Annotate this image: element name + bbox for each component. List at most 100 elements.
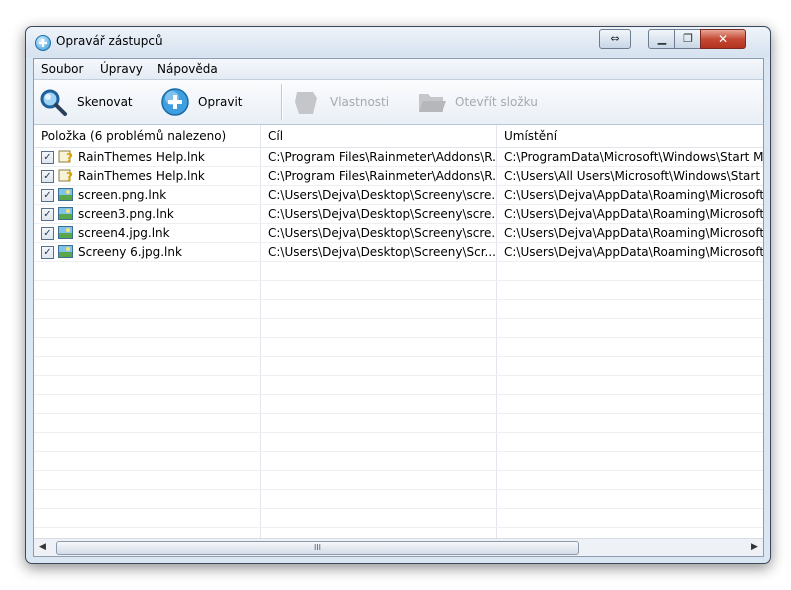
resize-button[interactable]: ⇔ [599, 29, 631, 49]
question-icon: ? [58, 150, 73, 163]
fix-label: Opravit [198, 95, 243, 109]
location-cell: C:\Users\Dejva\AppData\Roaming\Microsoft… [504, 188, 763, 202]
empty-row [34, 338, 763, 357]
item-cell: ✓ screen3.png.lnk [34, 205, 261, 223]
location-cell: C:\Users\Dejva\AppData\Roaming\Microsoft… [504, 245, 763, 259]
image-icon [58, 188, 73, 201]
empty-row [34, 262, 763, 281]
location-cell: C:\ProgramData\Microsoft\Windows\Start M… [504, 150, 763, 164]
empty-row [34, 509, 763, 528]
list-header: Položka (6 problémů nalezeno) Cíl Umístě… [34, 125, 763, 148]
question-icon: ? [58, 169, 73, 182]
row-checkbox[interactable]: ✓ [41, 170, 54, 183]
fix-button[interactable]: Opravit [160, 86, 245, 118]
scroll-right-icon[interactable]: ▶ [746, 539, 763, 556]
empty-row [34, 376, 763, 395]
table-row[interactable]: ✓ screen4.jpg.lnk C:\Users\Dejva\Desktop\S… [34, 224, 763, 243]
image-icon [58, 207, 73, 220]
svg-text:?: ? [66, 151, 73, 163]
row-checkbox[interactable]: ✓ [41, 227, 54, 240]
table-row[interactable]: ✓ screen3.png.lnk C:\Users\Dejva\Desktop\S… [34, 205, 763, 224]
open-folder-button[interactable]: Otevřít složku [417, 86, 542, 118]
menu-bar: Soubor Úpravy Nápověda [34, 59, 763, 80]
location-cell: C:\Users\Dejva\AppData\Roaming\Microsoft… [504, 207, 763, 221]
magnifier-icon [40, 89, 67, 116]
location-cell: C:\Users\Dejva\AppData\Roaming\Microsoft… [504, 226, 763, 240]
row-checkbox[interactable]: ✓ [41, 246, 54, 259]
item-cell: ✓ screen.png.lnk [34, 186, 261, 204]
target-cell: C:\Users\Dejva\Desktop\Screeny\scre... [261, 205, 497, 223]
empty-row [34, 433, 763, 452]
item-name: screen.png.lnk [78, 188, 167, 202]
plus-circle-icon [161, 88, 189, 116]
problem-list: Položka (6 problémů nalezeno) Cíl Umístě… [34, 125, 763, 539]
row-checkbox[interactable]: ✓ [41, 189, 54, 202]
window-title: Opravář zástupců [56, 34, 163, 48]
app-icon [35, 35, 51, 51]
table-row[interactable]: ✓? RainThemes Help.lnk C:\Program Files\Ra… [34, 148, 763, 167]
scroll-thumb[interactable]: III [56, 541, 579, 555]
image-icon [58, 226, 73, 239]
item-cell: ✓ Screeny 6.jpg.lnk [34, 243, 261, 261]
item-name: Screeny 6.jpg.lnk [78, 245, 182, 259]
item-name: RainThemes Help.lnk [78, 150, 205, 164]
row-checkbox[interactable]: ✓ [41, 151, 54, 164]
table-row[interactable]: ✓? RainThemes Help.lnk C:\Program Files\Ra… [34, 167, 763, 186]
minimize-icon: ▁ [657, 32, 667, 45]
target-cell: C:\Users\Dejva\Desktop\Screeny\Scr... [261, 243, 497, 261]
menu-soubor[interactable]: Soubor [41, 62, 83, 76]
empty-row [34, 414, 763, 433]
scroll-grip: III [313, 543, 322, 552]
toolbar-separator [281, 84, 283, 120]
restore-icon: ❐ [683, 32, 693, 45]
column-header-item[interactable]: Položka (6 problémů nalezeno) [34, 125, 261, 147]
title-bar: Opravář zástupců ⇔ ▁ ❐ ✕ [26, 27, 770, 57]
app-window: Opravář zástupců ⇔ ▁ ❐ ✕ Soubor Úpravy N… [25, 26, 771, 564]
table-row[interactable]: ✓ Screeny 6.jpg.lnk C:\Users\Dejva\Desktop… [34, 243, 763, 262]
properties-label: Vlastnosti [330, 95, 390, 109]
target-cell: C:\Users\Dejva\Desktop\Screeny\scre... [261, 186, 497, 204]
empty-row [34, 357, 763, 376]
item-cell: ✓? RainThemes Help.lnk [34, 148, 261, 166]
scroll-left-icon[interactable]: ◀ [34, 539, 51, 556]
list-rows: ✓? RainThemes Help.lnk C:\Program Files\Ra… [34, 148, 763, 539]
properties-button[interactable]: Vlastnosti [291, 86, 391, 118]
item-name: RainThemes Help.lnk [78, 169, 205, 183]
horizontal-scrollbar[interactable]: ◀ III ▶ [34, 538, 763, 556]
svg-text:?: ? [66, 170, 73, 182]
empty-row [34, 452, 763, 471]
column-header-target[interactable]: Cíl [261, 125, 497, 147]
double-arrow-icon: ⇔ [610, 32, 620, 45]
column-header-location[interactable]: Umístění [497, 125, 763, 147]
empty-row [34, 300, 763, 319]
menu-napoveda[interactable]: Nápověda [157, 62, 218, 76]
target-cell: C:\Users\Dejva\Desktop\Screeny\scre... [261, 224, 497, 242]
empty-row [34, 471, 763, 490]
item-cell: ✓ screen4.jpg.lnk [34, 224, 261, 242]
minimize-button[interactable]: ▁ [648, 29, 676, 49]
location-cell: C:\Users\All Users\Microsoft\Windows\Sta… [504, 169, 763, 183]
toolbar: Skenovat Opravit Vlastnosti Otevřít slož… [34, 80, 763, 125]
folder-icon [419, 94, 446, 112]
empty-row [34, 281, 763, 300]
item-cell: ✓? RainThemes Help.lnk [34, 167, 261, 185]
table-row[interactable]: ✓ screen.png.lnk C:\Users\Dejva\Desktop\Sc… [34, 186, 763, 205]
row-checkbox[interactable]: ✓ [41, 208, 54, 221]
empty-row [34, 490, 763, 509]
client-area: Soubor Úpravy Nápověda Skenovat Opravit … [33, 58, 764, 557]
scan-button[interactable]: Skenovat [38, 86, 133, 118]
target-cell: C:\Program Files\Rainmeter\Addons\R... [261, 148, 497, 166]
item-name: screen3.png.lnk [78, 207, 174, 221]
open-folder-label: Otevřít složku [455, 95, 538, 109]
image-icon [58, 245, 73, 258]
maximize-button[interactable]: ❐ [674, 29, 702, 49]
empty-row [34, 395, 763, 414]
empty-row [34, 319, 763, 338]
close-button[interactable]: ✕ [700, 29, 746, 49]
close-icon: ✕ [717, 32, 729, 46]
properties-icon [295, 92, 317, 114]
item-name: screen4.jpg.lnk [78, 226, 170, 240]
menu-upravy[interactable]: Úpravy [100, 62, 143, 76]
target-cell: C:\Program Files\Rainmeter\Addons\R... [261, 167, 497, 185]
scan-label: Skenovat [77, 95, 133, 109]
